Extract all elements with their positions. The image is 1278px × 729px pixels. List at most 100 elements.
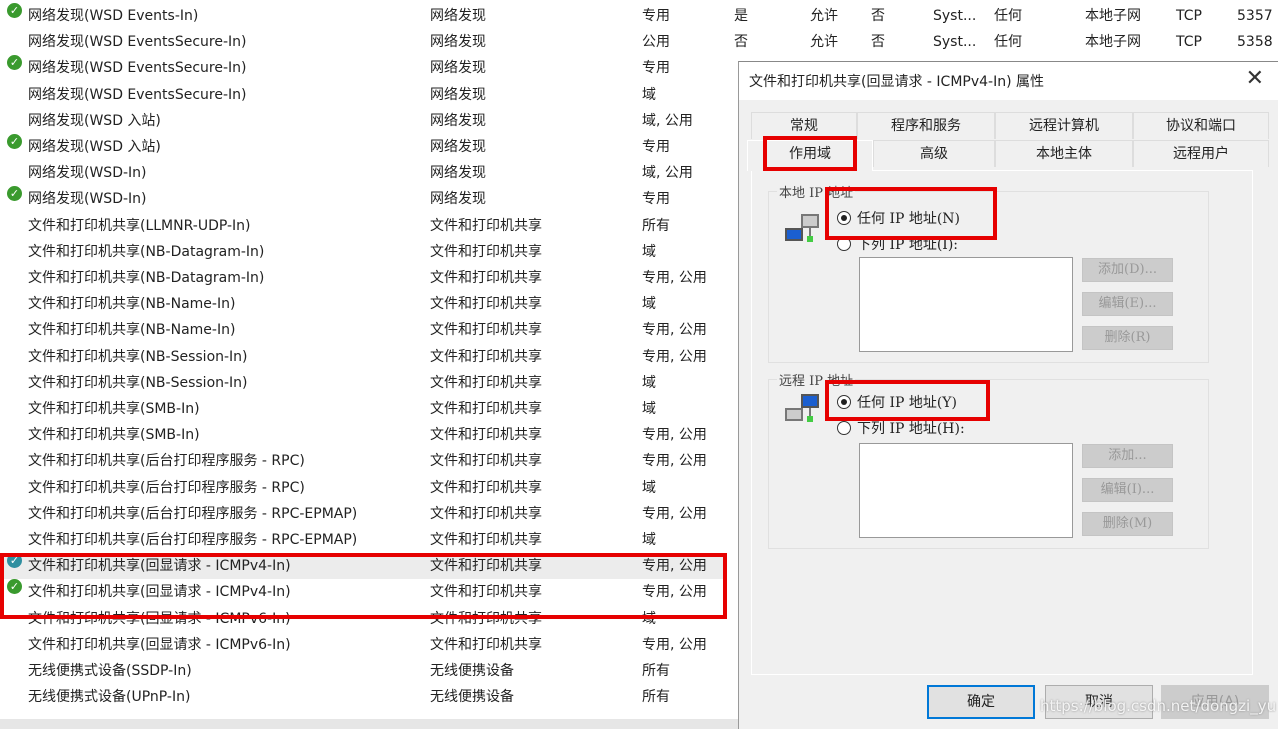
rule-profile: 专用, 公用 bbox=[642, 322, 707, 339]
rule-group: 网络发现 bbox=[430, 165, 486, 182]
rule-profile: 专用, 公用 bbox=[642, 348, 707, 365]
rule-cell: 否 bbox=[734, 34, 748, 51]
rule-name: 文件和打印机共享(NB-Name-In) bbox=[28, 322, 236, 339]
highlight-box-remote-any bbox=[825, 380, 990, 421]
rule-group: 文件和打印机共享 bbox=[430, 348, 542, 365]
rule-name: 网络发现(WSD EventsSecure-In) bbox=[28, 34, 247, 51]
rule-profile: 公用 bbox=[642, 34, 670, 51]
tab-local-principals[interactable]: 本地主体 bbox=[995, 140, 1133, 167]
rule-profile: 域, 公用 bbox=[642, 165, 693, 182]
rule-group: 无线便携设备 bbox=[430, 663, 514, 679]
rule-profile: 专用 bbox=[642, 60, 670, 77]
rule-group: 文件和打印机共享 bbox=[430, 505, 542, 522]
rule-profile: 域, 公用 bbox=[642, 112, 693, 129]
rule-group: 无线便携设备 bbox=[430, 689, 514, 706]
horizontal-scrollbar[interactable] bbox=[0, 719, 738, 729]
remote-remove-button[interactable]: 删除(M) bbox=[1082, 512, 1173, 536]
rule-cell: 本地子网 bbox=[1085, 8, 1141, 24]
rule-group: 文件和打印机共享 bbox=[430, 532, 542, 548]
rule-profile: 专用, 公用 bbox=[642, 427, 707, 444]
rule-group: 文件和打印机共享 bbox=[430, 322, 542, 339]
local-add-button[interactable]: 添加(D)... bbox=[1082, 258, 1173, 282]
rule-name: 文件和打印机共享(NB-Session-In) bbox=[28, 348, 248, 365]
tab-remote-users[interactable]: 远程用户 bbox=[1133, 140, 1269, 167]
ok-button[interactable]: 确定 bbox=[927, 685, 1035, 719]
rule-cell: 任何 bbox=[994, 8, 1022, 24]
remote-list-ip-radio[interactable]: 下列 IP 地址(H): bbox=[837, 418, 965, 438]
tab-advanced[interactable]: 高级 bbox=[873, 140, 995, 167]
tab-protocols-ports[interactable]: 协议和端口 bbox=[1133, 112, 1269, 139]
rule-profile: 专用 bbox=[642, 191, 670, 208]
rule-cell: 5358 bbox=[1237, 34, 1273, 51]
rule-profile: 域 bbox=[642, 296, 656, 313]
rule-group: 网络发现 bbox=[430, 8, 486, 24]
rule-name: 文件和打印机共享(LLMNR-UDP-In) bbox=[28, 217, 251, 234]
rule-profile: 所有 bbox=[642, 689, 670, 706]
rule-profile: 专用, 公用 bbox=[642, 505, 707, 522]
rule-cell: 本地子网 bbox=[1085, 34, 1141, 51]
remote-ip-listbox[interactable] bbox=[859, 443, 1073, 538]
rule-profile: 域 bbox=[642, 479, 656, 496]
rule-cell: 否 bbox=[871, 34, 885, 51]
rule-group: 网络发现 bbox=[430, 34, 486, 51]
rule-cell: 是 bbox=[734, 8, 748, 24]
rule-profile: 域 bbox=[642, 243, 656, 260]
rule-group: 文件和打印机共享 bbox=[430, 217, 542, 234]
rule-name: 无线便携式设备(UPnP-In) bbox=[28, 689, 191, 706]
rule-name: 文件和打印机共享(回显请求 - ICMPv6-In) bbox=[28, 636, 291, 653]
watermark: https://blog.csdn.net/dongzi_yu bbox=[1040, 697, 1277, 715]
rule-name: 文件和打印机共享(NB-Name-In) bbox=[28, 296, 236, 313]
tab-general[interactable]: 常规 bbox=[751, 112, 857, 139]
rule-name: 网络发现(WSD EventsSecure-In) bbox=[28, 60, 247, 77]
rule-group: 文件和打印机共享 bbox=[430, 453, 542, 470]
rule-name: 网络发现(WSD EventsSecure-In) bbox=[28, 86, 247, 103]
rule-cell: 5357 bbox=[1237, 8, 1273, 24]
rule-group: 文件和打印机共享 bbox=[430, 636, 542, 653]
rule-profile: 域 bbox=[642, 401, 656, 417]
rule-group: 网络发现 bbox=[430, 191, 486, 208]
network-computers-icon bbox=[785, 214, 819, 242]
rule-group: 文件和打印机共享 bbox=[430, 270, 542, 286]
local-remove-button[interactable]: 删除(R) bbox=[1082, 326, 1173, 350]
rule-profile: 所有 bbox=[642, 217, 670, 234]
rule-profile: 专用, 公用 bbox=[642, 453, 707, 470]
rule-name: 文件和打印机共享(NB-Datagram-In) bbox=[28, 270, 265, 286]
rule-profile: 域 bbox=[642, 532, 656, 548]
rule-name: 网络发现(WSD-In) bbox=[28, 191, 147, 208]
close-icon[interactable]: ✕ bbox=[1246, 66, 1264, 91]
rule-group: 文件和打印机共享 bbox=[430, 243, 542, 260]
rule-name: 文件和打印机共享(后台打印程序服务 - RPC-EPMAP) bbox=[28, 505, 358, 522]
rule-group: 文件和打印机共享 bbox=[430, 479, 542, 496]
rule-cell: TCP bbox=[1176, 34, 1202, 51]
table-row[interactable]: 网络发现(WSD EventsSecure-In) 网络发现 公用 否 允许 否 Syst.… bbox=[0, 29, 1278, 55]
enabled-check-icon: ✓ bbox=[7, 3, 22, 18]
rule-group: 文件和打印机共享 bbox=[430, 401, 542, 417]
tab-remote-computers[interactable]: 远程计算机 bbox=[995, 112, 1133, 139]
local-edit-button[interactable]: 编辑(E)... bbox=[1082, 292, 1173, 316]
rule-cell: 任何 bbox=[994, 34, 1022, 51]
rule-cell: Syst... bbox=[933, 34, 977, 51]
remote-edit-button[interactable]: 编辑(I)... bbox=[1082, 478, 1173, 502]
rule-name: 文件和打印机共享(SMB-In) bbox=[28, 427, 200, 444]
rule-group: 网络发现 bbox=[430, 60, 486, 77]
rule-cell: Syst... bbox=[933, 8, 977, 24]
rule-group: 文件和打印机共享 bbox=[430, 296, 542, 313]
local-ip-listbox[interactable] bbox=[859, 257, 1073, 352]
highlight-box-rules bbox=[0, 553, 727, 619]
table-row[interactable]: ✓ 网络发现(WSD Events-In) 网络发现 专用 是 允许 否 Syst... 任何 本… bbox=[0, 3, 1278, 29]
rule-name: 无线便携式设备(SSDP-In) bbox=[28, 663, 192, 679]
rule-cell: TCP bbox=[1176, 8, 1202, 24]
rule-name: 网络发现(WSD Events-In) bbox=[28, 8, 199, 24]
rule-name: 文件和打印机共享(SMB-In) bbox=[28, 401, 200, 417]
rule-profile: 域 bbox=[642, 374, 656, 391]
rule-group: 网络发现 bbox=[430, 86, 486, 103]
rule-name: 网络发现(WSD-In) bbox=[28, 165, 147, 182]
rule-group: 文件和打印机共享 bbox=[430, 427, 542, 444]
highlight-box-local-any bbox=[825, 187, 997, 240]
highlight-box-scope-tab bbox=[763, 136, 857, 171]
rule-profile: 专用 bbox=[642, 8, 670, 24]
tab-programs-services[interactable]: 程序和服务 bbox=[857, 112, 995, 139]
dialog-titlebar: 文件和打印机共享(回显请求 - ICMPv4-In) 属性 ✕ bbox=[739, 62, 1278, 100]
rule-group: 网络发现 bbox=[430, 112, 486, 129]
remote-add-button[interactable]: 添加... bbox=[1082, 444, 1173, 468]
